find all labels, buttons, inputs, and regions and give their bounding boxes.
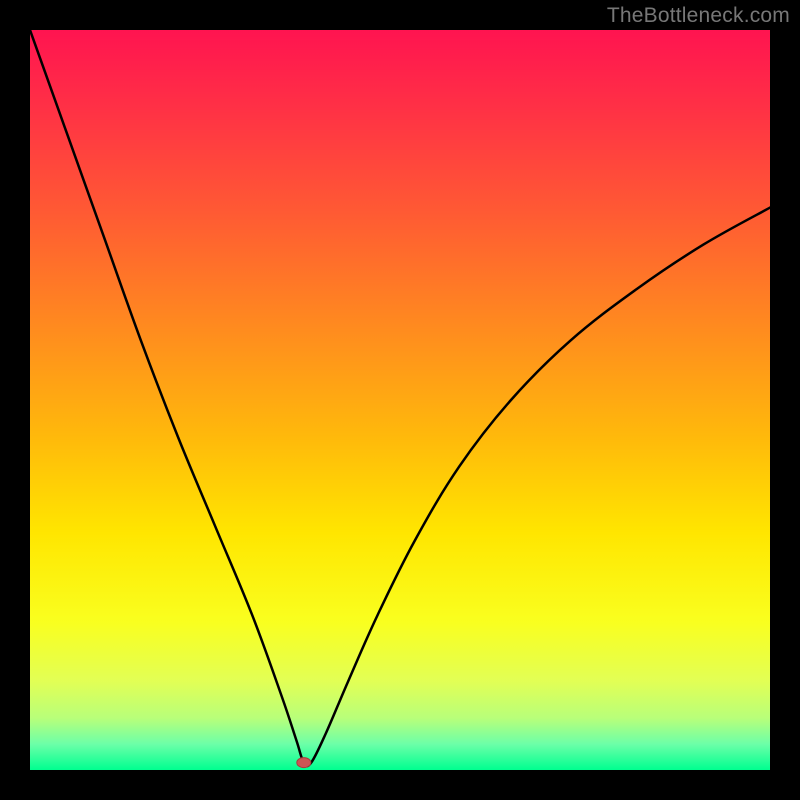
chart-frame: TheBottleneck.com xyxy=(0,0,800,800)
optimal-marker xyxy=(297,758,311,768)
watermark-text: TheBottleneck.com xyxy=(607,4,790,28)
curve-layer xyxy=(30,30,770,770)
bottleneck-curve xyxy=(30,30,770,766)
